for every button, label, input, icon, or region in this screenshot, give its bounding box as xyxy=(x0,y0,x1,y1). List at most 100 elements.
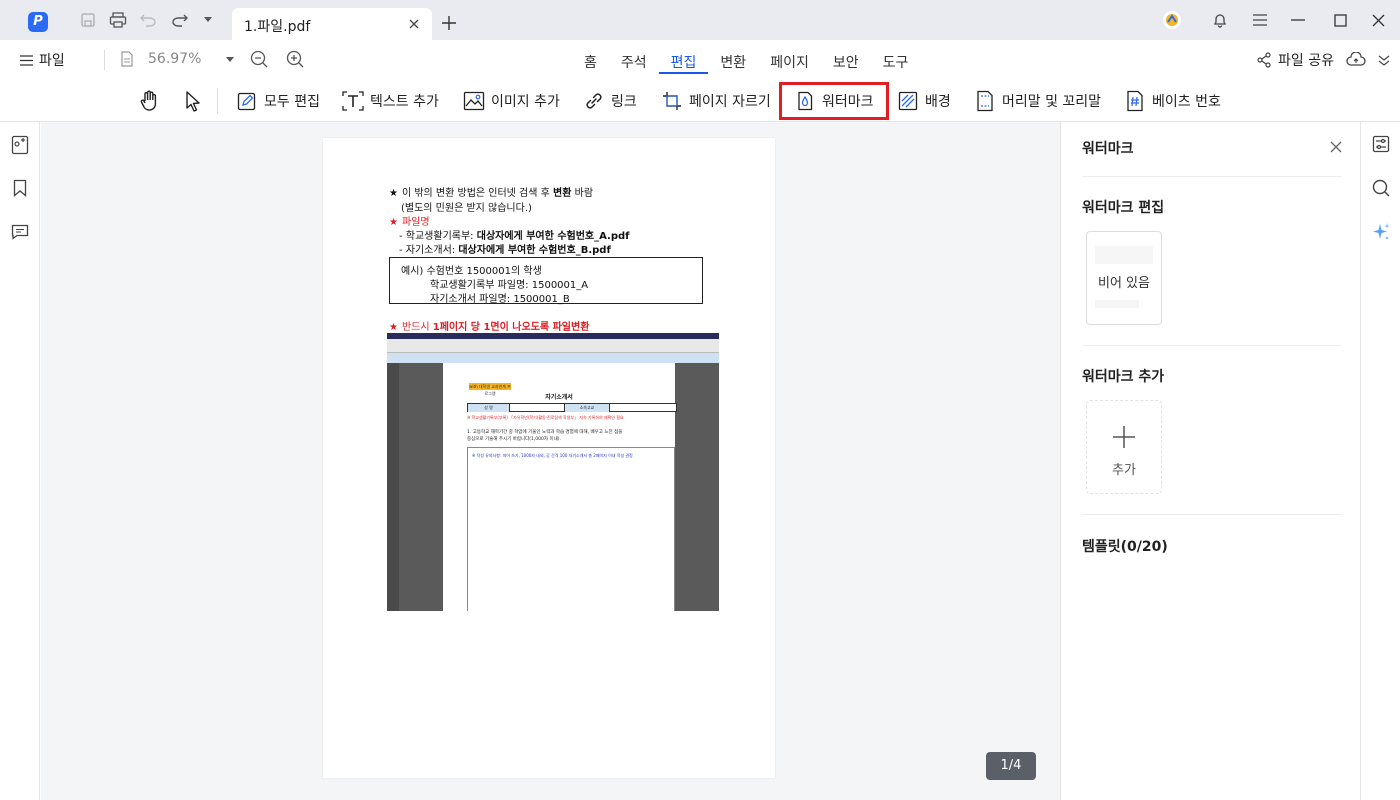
tab-security[interactable]: 보안 xyxy=(821,40,871,80)
doc-line-3: ★ 파일명 xyxy=(389,213,430,228)
collapse-ribbon-icon[interactable] xyxy=(1376,52,1392,68)
star-icon: ★ xyxy=(389,188,398,199)
crop-icon xyxy=(661,90,683,112)
plus-icon xyxy=(1113,426,1135,448)
doc-line-1-bold: 변환 xyxy=(553,188,572,199)
hand-tool-button[interactable] xyxy=(134,85,164,117)
crop-page-button[interactable]: 페이지 자르기 xyxy=(657,85,775,117)
zoom-dropdown-icon[interactable] xyxy=(226,56,234,62)
empty-watermark-card[interactable]: 비어 있음 xyxy=(1086,231,1162,325)
header-footer-icon xyxy=(974,90,996,112)
close-panel-icon[interactable] xyxy=(1327,138,1345,156)
app-logo-icon: P xyxy=(28,12,48,32)
tab-tools[interactable]: 도구 xyxy=(871,40,921,80)
bookmark-icon[interactable] xyxy=(9,177,31,199)
minimize-window-icon[interactable] xyxy=(1288,10,1308,30)
add-watermark-card[interactable]: 추가 xyxy=(1086,400,1162,494)
tab-home[interactable]: 홈 xyxy=(572,40,609,80)
crop-page-label: 페이지 자르기 xyxy=(689,94,771,110)
add-image-button[interactable]: 이미지 추가 xyxy=(459,85,564,117)
text-box-icon xyxy=(342,90,364,112)
tab-convert[interactable]: 변환 xyxy=(708,40,758,80)
fit-page-icon[interactable] xyxy=(120,51,134,67)
header-footer-button[interactable]: 머리말 및 꼬리말 xyxy=(970,85,1105,117)
zoom-out-icon[interactable] xyxy=(250,50,268,68)
image-icon xyxy=(463,90,485,112)
search-icon[interactable] xyxy=(1370,177,1392,199)
doc-line-5: - 자기소개서: 대상자에게 부여한 수험번호_B.pdf xyxy=(399,241,611,256)
panel-divider xyxy=(1082,345,1342,346)
quick-access-dropdown-icon[interactable] xyxy=(198,10,218,30)
doc-line-1-text: 이 밖의 변환 방법은 인터넷 검색 후 xyxy=(401,188,554,199)
share-file-button[interactable]: 파일 공유 xyxy=(1256,50,1334,70)
pdf-page[interactable]: ★ 이 밖의 변환 방법은 인터넷 검색 후 변환 바람 (별도의 민원은 받지 … xyxy=(323,138,775,778)
title-bar: P 1.파일.pdf xyxy=(0,0,1400,40)
redo-icon[interactable] xyxy=(170,10,190,30)
add-text-button[interactable]: 텍스트 추가 xyxy=(338,85,443,117)
doc-line-4: - 학교생활기록부: 대상자에게 부여한 수험번호_A.pdf xyxy=(399,227,630,242)
edit-all-button[interactable]: 모두 편집 xyxy=(232,85,324,117)
ai-sparkle-icon[interactable] xyxy=(1370,221,1392,243)
tab-page[interactable]: 페이지 xyxy=(758,40,821,80)
card-placeholder xyxy=(1095,300,1139,308)
edit-all-label: 모두 편집 xyxy=(264,94,320,110)
thumbnail-icon[interactable] xyxy=(9,134,31,156)
document-tab[interactable]: 1.파일.pdf xyxy=(232,8,432,40)
new-tab-icon[interactable] xyxy=(438,12,460,34)
close-window-icon[interactable] xyxy=(1368,10,1388,30)
save-icon[interactable] xyxy=(78,10,98,30)
file-menu-label: 파일 xyxy=(39,53,65,69)
tab-annotate[interactable]: 주석 xyxy=(609,40,659,80)
page-indicator: 1/4 xyxy=(986,752,1036,780)
toolbar-divider xyxy=(217,88,218,114)
link-button[interactable]: 링크 xyxy=(579,85,641,117)
ai-assistant-icon[interactable] xyxy=(1162,10,1182,30)
undo-icon[interactable] xyxy=(138,10,158,30)
document-canvas[interactable]: ★ 이 밖의 변환 방법은 인터넷 검색 후 변환 바람 (별도의 민원은 받지 … xyxy=(41,122,1060,800)
tab-edit[interactable]: 편집 xyxy=(658,40,709,80)
screenshot-blue-note: ※ 작성 유의사항: 띄어 쓰기, 1000자 내외, 공 간격 100 자기소… xyxy=(472,453,633,458)
properties-icon[interactable] xyxy=(1370,133,1392,155)
hand-icon xyxy=(138,90,160,112)
screenshot-cell-school: 소속고교 xyxy=(564,404,610,412)
header-footer-label: 머리말 및 꼬리말 xyxy=(1002,94,1102,110)
share-icon xyxy=(1257,52,1271,68)
notification-bell-icon[interactable] xyxy=(1210,10,1230,30)
screenshot-document: with 대학생 교과연계 프로그램 자기소개서 성 명 소속고교 ※ 학교생활… xyxy=(443,363,677,611)
edit-all-icon xyxy=(236,90,258,112)
watermark-button[interactable]: 워터마크 xyxy=(779,82,889,120)
zoom-in-icon[interactable] xyxy=(286,50,304,68)
screenshot-question-line-2: 중심으로 기술해 주시기 바랍니다(1,000자 이내). xyxy=(467,437,561,442)
bates-number-button[interactable]: 베이츠 번호 xyxy=(1120,85,1225,117)
add-watermark-heading: 워터마크 추가 xyxy=(1082,369,1165,385)
document-tab-title: 1.파일.pdf xyxy=(244,19,311,35)
screenshot-table: 성 명 소속고교 xyxy=(467,403,677,412)
screenshot-badge: with 대학생 교과연계 프로그램 xyxy=(469,383,511,396)
comment-icon[interactable] xyxy=(9,221,31,243)
screenshot-sidebar xyxy=(387,363,399,611)
print-icon[interactable] xyxy=(108,10,128,30)
add-text-label: 텍스트 추가 xyxy=(370,94,439,110)
menu-hamburger-icon[interactable] xyxy=(1250,10,1270,30)
zoom-value[interactable]: 56.97% xyxy=(148,51,212,67)
doc-line-6-bold: 1페이지 당 1면이 나오도록 파일변환 xyxy=(432,322,590,333)
right-icon-strip xyxy=(1360,122,1400,800)
cloud-upload-icon[interactable] xyxy=(1346,50,1366,70)
share-file-label: 파일 공유 xyxy=(1278,53,1334,69)
example-line-2: 학교생활기록부 파일명: 1500001_A xyxy=(430,280,589,291)
watermark-icon xyxy=(794,90,816,112)
menu-divider xyxy=(104,50,105,70)
select-tool-button[interactable] xyxy=(178,85,208,117)
background-button[interactable]: 배경 xyxy=(893,85,955,117)
panel-divider xyxy=(1082,176,1342,177)
add-watermark-label: 추가 xyxy=(1112,463,1136,478)
file-menu-button[interactable]: 파일 xyxy=(20,50,65,70)
background-label: 배경 xyxy=(925,94,951,110)
doc-line-6: ★ 반드시 1페이지 당 1면이 나오도록 파일변환 xyxy=(389,318,589,333)
panel-title: 워터마크 xyxy=(1082,141,1134,157)
background-icon xyxy=(897,90,919,112)
close-tab-icon[interactable] xyxy=(404,14,424,34)
screenshot-toolbar xyxy=(387,339,719,353)
screenshot-cell-name: 성 명 xyxy=(468,404,510,412)
maximize-window-icon[interactable] xyxy=(1330,10,1350,30)
